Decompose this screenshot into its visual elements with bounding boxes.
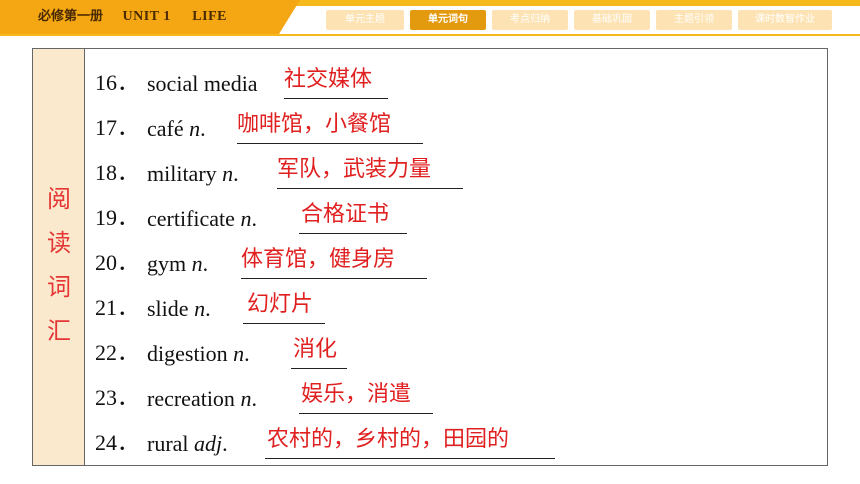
answer-text: 社交媒体 xyxy=(284,67,373,92)
item-number: 23． xyxy=(95,385,140,410)
tab-key-points[interactable]: 考点归纳 xyxy=(492,10,568,30)
answer-text: 咖啡馆，小餐馆 xyxy=(237,112,392,137)
answer-text: 幻灯片 xyxy=(247,292,314,317)
tab-basic-practice[interactable]: 基础巩固 xyxy=(574,10,650,30)
vocab-word: rural adj. xyxy=(147,431,228,456)
item-number: 20． xyxy=(95,250,140,275)
header-bar: 必修第一册 UNIT 1 LIFE CHOICES 单元主题 单元词句 考点归纳… xyxy=(0,0,860,36)
answer-text: 合格证书 xyxy=(301,202,390,227)
answer-blank xyxy=(299,412,433,414)
vocab-word: slide n. xyxy=(147,296,211,321)
vocab-word: social media xyxy=(147,71,258,96)
section-label-char: 读 xyxy=(47,229,71,257)
section-label-char: 词 xyxy=(47,273,71,301)
item-number: 16． xyxy=(95,70,140,95)
unit-number: UNIT 1 xyxy=(122,9,171,24)
vocab-word: recreation n. xyxy=(147,386,257,411)
section-label-char: 汇 xyxy=(47,317,71,345)
tab-unit-vocabulary[interactable]: 单元词句 xyxy=(410,10,486,30)
answer-blank xyxy=(237,142,423,144)
tab-theme-guide[interactable]: 主题引领 xyxy=(656,10,732,30)
vocabulary-card: 阅 读 词 汇 16． social media 社交媒体 17． café n… xyxy=(32,48,828,466)
book-title-zh: 必修第一册 xyxy=(38,9,104,24)
answer-blank xyxy=(299,232,407,234)
section-label: 阅 读 词 汇 xyxy=(33,177,85,353)
item-number: 24． xyxy=(95,430,140,455)
header-divider xyxy=(0,34,860,36)
section-label-char: 阅 xyxy=(47,185,71,213)
answer-blank xyxy=(291,367,347,369)
answer-blank xyxy=(243,322,325,324)
vocab-word: digestion n. xyxy=(147,341,250,366)
answer-blank xyxy=(284,97,388,99)
tab-unit-theme[interactable]: 单元主题 xyxy=(326,10,404,30)
section-side-panel: 阅 读 词 汇 xyxy=(33,49,85,465)
answer-blank xyxy=(265,457,555,459)
vocab-word: certificate n. xyxy=(147,206,257,231)
item-number: 17． xyxy=(95,115,140,140)
answer-text: 农村的，乡村的，田园的 xyxy=(267,427,510,452)
answer-text: 娱乐，消遣 xyxy=(301,382,412,407)
answer-blank xyxy=(241,277,427,279)
answer-blank xyxy=(277,187,463,189)
tab-homework[interactable]: 课时数智作业 xyxy=(738,10,832,30)
item-number: 21． xyxy=(95,295,140,320)
vocab-word: café n. xyxy=(147,116,206,141)
answer-text: 消化 xyxy=(293,337,338,362)
answer-text: 军队，武装力量 xyxy=(277,157,432,182)
item-number: 18． xyxy=(95,160,140,185)
book-title: 必修第一册 UNIT 1 LIFE CHOICES xyxy=(0,0,300,34)
item-number: 22． xyxy=(95,340,140,365)
vocab-word: gym n. xyxy=(147,251,209,276)
item-number: 19． xyxy=(95,205,140,230)
answer-text: 体育馆，健身房 xyxy=(241,247,396,272)
vocab-word: military n. xyxy=(147,161,239,186)
